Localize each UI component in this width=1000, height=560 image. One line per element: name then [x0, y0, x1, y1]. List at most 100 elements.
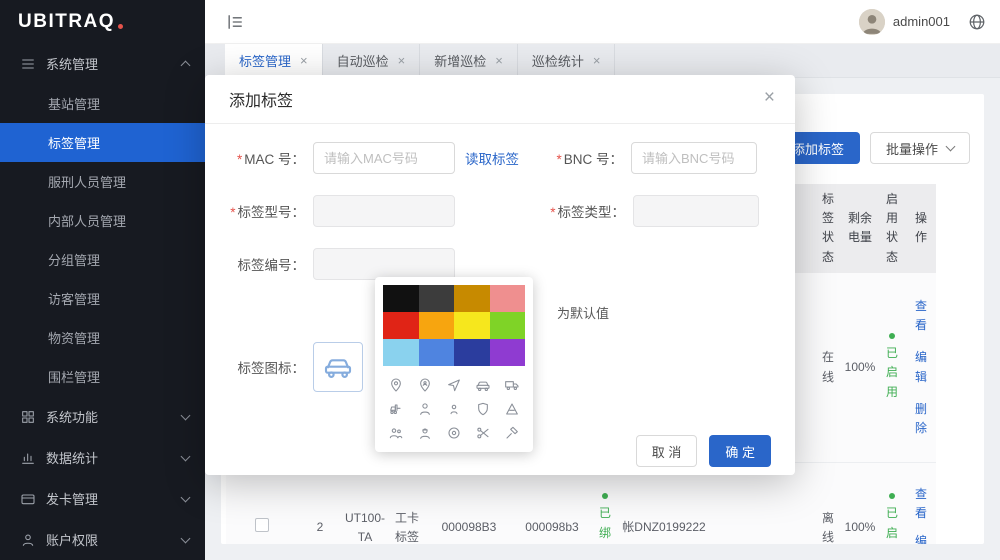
- tab-label: 新增巡检: [434, 51, 486, 70]
- grid-icon: [20, 409, 36, 425]
- required-mark: *: [237, 152, 242, 167]
- chevron-down-icon: [181, 492, 191, 502]
- logo-dot-icon: [118, 24, 123, 29]
- color-swatch[interactable]: [490, 312, 526, 339]
- username[interactable]: admin001: [893, 14, 950, 29]
- color-swatch[interactable]: [383, 312, 419, 339]
- row-checkbox[interactable]: [255, 518, 269, 532]
- user-icon: [20, 532, 36, 548]
- sidebar-item-label: 账户权限: [46, 530, 182, 549]
- view-link[interactable]: 查看: [910, 485, 932, 523]
- tab-close-icon[interactable]: ×: [398, 54, 406, 67]
- sidebar-item-label: 内部人员管理: [48, 211, 205, 230]
- read-tag-link[interactable]: 读取标签: [465, 148, 519, 168]
- color-swatch[interactable]: [419, 339, 455, 366]
- chevron-up-icon: [181, 61, 191, 71]
- sidebar-item-data-statistics[interactable]: 数据统计: [0, 437, 205, 478]
- add-tag-modal: 添加标签 × *MAC 号： 读取标签 *BNC 号： *标签型号： *标签类型…: [205, 75, 795, 475]
- cone-icon[interactable]: [498, 398, 525, 420]
- tag-model-input[interactable]: [313, 195, 455, 227]
- form-row-code: 标签编号：: [229, 248, 771, 280]
- edit-link[interactable]: 编辑: [910, 532, 932, 544]
- sidebar-item-card-issuing-management[interactable]: 发卡管理: [0, 478, 205, 519]
- location-pin-icon[interactable]: [383, 374, 410, 396]
- language-globe-icon[interactable]: [968, 13, 986, 31]
- mac-label: *MAC 号：: [229, 148, 305, 168]
- bulk-actions-label: 批量操作: [886, 139, 938, 158]
- cancel-button[interactable]: 取 消: [636, 435, 698, 467]
- avatar[interactable]: [859, 9, 885, 35]
- color-swatch[interactable]: [419, 285, 455, 312]
- tab-close-icon[interactable]: ×: [495, 54, 503, 67]
- person-pin-icon[interactable]: [412, 374, 439, 396]
- color-swatch[interactable]: [454, 312, 490, 339]
- sidebar-item-system-management[interactable]: 系统管理: [0, 43, 205, 84]
- modal-header: 添加标签: [205, 75, 795, 124]
- table-cell: 已启用: [878, 273, 906, 463]
- scissors-icon[interactable]: [469, 422, 496, 444]
- tag-code-input[interactable]: [313, 248, 455, 280]
- sidebar-item-tag-management[interactable]: 标签管理: [0, 123, 205, 162]
- truck-icon[interactable]: [498, 374, 525, 396]
- tab-inspection-statistics[interactable]: 巡检统计×: [518, 44, 616, 77]
- delete-link[interactable]: 删除: [910, 400, 932, 438]
- tag-icon-selector[interactable]: [313, 342, 363, 392]
- person-icon[interactable]: [412, 398, 439, 420]
- sidebar-item-material-management[interactable]: 物资管理: [0, 318, 205, 357]
- color-swatch[interactable]: [419, 312, 455, 339]
- status-dot: [602, 493, 608, 499]
- sidebar-item-account-permissions[interactable]: 账户权限: [0, 519, 205, 560]
- close-icon[interactable]: ×: [764, 88, 775, 107]
- edit-link[interactable]: 编辑: [910, 348, 932, 386]
- color-swatch[interactable]: [454, 339, 490, 366]
- mac-input[interactable]: [313, 142, 455, 174]
- confirm-button[interactable]: 确 定: [709, 435, 771, 467]
- icon-picker-popup: [375, 277, 533, 452]
- sidebar-item-internal-personnel-management[interactable]: 内部人员管理: [0, 201, 205, 240]
- color-swatch[interactable]: [490, 339, 526, 366]
- tab-new-inspection[interactable]: 新增巡检 ×: [420, 44, 518, 77]
- color-swatch[interactable]: [383, 285, 419, 312]
- sidebar-item-group-management[interactable]: 分组管理: [0, 240, 205, 279]
- color-swatch[interactable]: [454, 285, 490, 312]
- modal-footer: 取 消 确 定: [636, 435, 771, 467]
- table-cell: 已启用: [878, 463, 906, 544]
- form-row-model-type: *标签型号： *标签类型：: [229, 195, 771, 227]
- bulk-actions-button[interactable]: 批量操作: [870, 132, 970, 164]
- required-mark: *: [550, 205, 555, 220]
- forklift-icon[interactable]: [383, 398, 410, 420]
- navigation-icon[interactable]: [441, 374, 468, 396]
- collapse-sidebar-icon[interactable]: [225, 12, 245, 32]
- color-swatch[interactable]: [383, 339, 419, 366]
- column-header: 剩余电量: [842, 184, 878, 273]
- sidebar-item-prisoner-management[interactable]: 服刑人员管理: [0, 162, 205, 201]
- tag-type-input[interactable]: [633, 195, 759, 227]
- sidebar-item-label: 分组管理: [48, 250, 205, 269]
- tab-close-icon[interactable]: ×: [593, 54, 601, 67]
- chevron-down-icon: [181, 410, 191, 420]
- sidebar-item-fence-management[interactable]: 围栏管理: [0, 357, 205, 396]
- brand-logo: UBITRAQ: [0, 0, 205, 43]
- battery-level: 100%: [842, 463, 878, 544]
- view-link[interactable]: 查看: [910, 297, 932, 335]
- color-swatch[interactable]: [490, 285, 526, 312]
- tag-code-label: 标签编号：: [229, 254, 305, 274]
- target-icon[interactable]: [441, 422, 468, 444]
- child-icon[interactable]: [441, 398, 468, 420]
- sidebar: UBITRAQ 系统管理基站管理标签管理服刑人员管理内部人员管理分组管理访客管理…: [0, 0, 205, 560]
- car-icon[interactable]: [469, 374, 496, 396]
- sidebar-item-system-functions[interactable]: 系统功能: [0, 396, 205, 437]
- sidebar-item-label: 系统功能: [46, 407, 182, 426]
- brand-logo-text: UBITRAQ: [18, 11, 115, 33]
- sidebar-item-base-station-management[interactable]: 基站管理: [0, 84, 205, 123]
- hammer-icon[interactable]: [498, 422, 525, 444]
- badge-icon[interactable]: [469, 398, 496, 420]
- worker-icon[interactable]: [412, 422, 439, 444]
- tab-auto-inspection[interactable]: 自动巡检×: [323, 44, 421, 77]
- bnc-input[interactable]: [631, 142, 757, 174]
- group-icon[interactable]: [383, 422, 410, 444]
- tab-tag-management[interactable]: 标签管理×: [225, 44, 323, 77]
- sidebar-item-label: 数据统计: [46, 448, 182, 467]
- sidebar-item-visitor-management[interactable]: 访客管理: [0, 279, 205, 318]
- tab-close-icon[interactable]: ×: [300, 54, 308, 67]
